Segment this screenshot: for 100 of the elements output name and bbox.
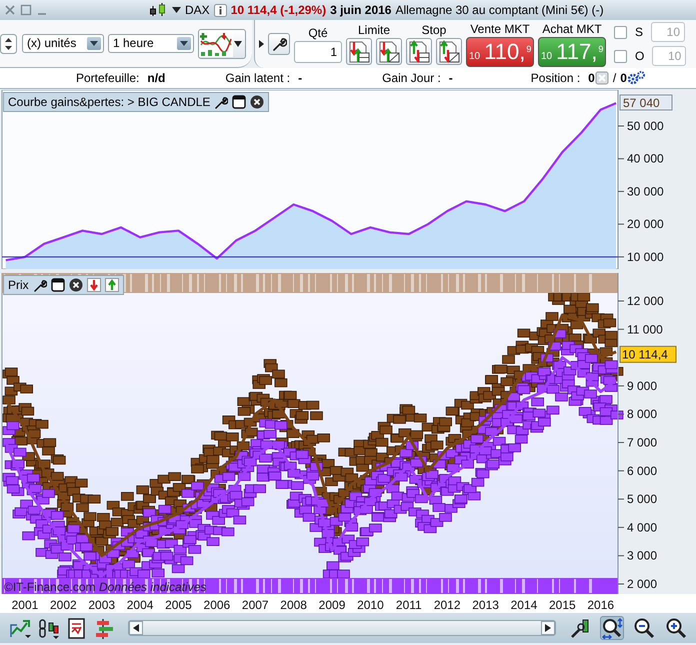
axis-label: 10 000 <box>627 250 664 264</box>
arrow-up-icon[interactable] <box>104 278 119 292</box>
summary-label: Gain Jour : <box>382 70 441 87</box>
caret-icon <box>233 40 243 46</box>
indicator-chart-icon <box>199 30 233 56</box>
caret-icon[interactable] <box>172 7 181 13</box>
order-icon <box>347 40 371 64</box>
summary-value: - <box>298 70 302 87</box>
tick-mark <box>618 158 624 160</box>
scrollbar[interactable] <box>128 620 556 636</box>
arrow-down-icon[interactable] <box>86 278 101 292</box>
limit-label: Limite <box>358 23 390 38</box>
axis-label: 40 000 <box>627 152 664 166</box>
price-change: 10 114,4 (-1,29%) <box>230 2 326 19</box>
tick-mark <box>618 498 624 500</box>
period-dropdown[interactable]: 1 heure <box>108 34 194 53</box>
copyright-text: ©IT-Finance.com <box>4 580 96 594</box>
axis-label: 7 000 <box>627 436 658 450</box>
axis-label: 12 000 <box>627 294 664 308</box>
sell-label: Vente MKT <box>470 22 530 36</box>
bars-icon <box>93 617 115 639</box>
year-label: 2016 <box>587 598 614 612</box>
summary-value: - <box>448 70 453 87</box>
limit-order-button[interactable] <box>346 38 372 65</box>
caret-icon <box>177 37 191 50</box>
axis-label: 11 000 <box>627 322 663 336</box>
option-field[interactable]: 10 <box>652 46 686 66</box>
zoom-out-icon <box>633 617 655 639</box>
left-arrow-icon <box>133 624 139 632</box>
option-label: S <box>634 24 644 41</box>
year-label: 2013 <box>472 598 499 612</box>
panel-title: Prix <box>8 277 29 294</box>
expand-arrow-icon[interactable] <box>259 40 264 48</box>
quantity-label: Qté <box>308 26 328 40</box>
close-icon[interactable] <box>250 95 264 109</box>
position-label: Position : <box>530 70 580 87</box>
scroll-right-button[interactable] <box>541 621 555 635</box>
stop-label: Stop <box>422 23 446 38</box>
axis-label: 4 000 <box>627 520 658 534</box>
option-checkbox[interactable] <box>614 26 627 38</box>
candle-cluster <box>592 360 624 425</box>
zoom-fit-icon <box>601 617 623 639</box>
toolbar-button[interactable] <box>664 616 688 640</box>
close-icon[interactable] <box>68 278 83 292</box>
caret-icon <box>87 37 101 50</box>
year-label: 2005 <box>165 598 192 612</box>
window-icon[interactable] <box>50 278 65 292</box>
summary-value: n/d <box>147 70 166 87</box>
settings-icon[interactable] <box>32 278 47 292</box>
chart-arrow-icon <box>9 617 31 639</box>
chart-style-button[interactable] <box>198 28 246 58</box>
year-label: 2012 <box>434 598 461 612</box>
limit-order-button[interactable] <box>376 38 402 65</box>
axis-label: 50 000 <box>627 119 664 133</box>
gears-icon[interactable] <box>626 71 645 85</box>
info-icon[interactable] <box>214 4 227 16</box>
tick-mark <box>618 224 624 225</box>
year-label: 2015 <box>549 598 576 612</box>
spinner-icon[interactable] <box>0 34 18 54</box>
orders-value: 0 <box>620 70 627 87</box>
axis-label: 6 000 <box>627 464 658 478</box>
toolbar-button[interactable] <box>600 616 624 640</box>
tick-mark <box>618 414 624 415</box>
units-dropdown[interactable]: (x) unités <box>22 34 104 53</box>
stop-order-button[interactable] <box>406 38 432 65</box>
position-separator: / <box>612 70 616 87</box>
maximize-icon[interactable] <box>20 4 32 16</box>
window-icon[interactable] <box>232 95 246 109</box>
option-label: O <box>634 48 646 65</box>
tick-mark <box>618 300 624 302</box>
quote-date: 3 juin 2016 <box>330 2 392 19</box>
stop-order-button[interactable] <box>436 38 462 65</box>
sell-market-button[interactable]: 10 110,$^{9}$ <box>466 36 534 66</box>
tick-mark <box>618 470 624 472</box>
option-field[interactable]: 10 <box>651 22 686 42</box>
settings-button[interactable] <box>268 33 290 55</box>
scroll-left-button[interactable] <box>129 621 143 635</box>
axis-label: 20 000 <box>627 217 664 232</box>
year-label: 2003 <box>88 598 116 612</box>
year-label: 2006 <box>204 598 230 612</box>
year-label: 2010 <box>357 598 384 612</box>
order-icon <box>407 40 431 64</box>
tick-mark <box>618 526 624 528</box>
tick-mark <box>618 385 624 386</box>
axis-label: 2 000 <box>627 577 658 591</box>
link-candle-icon <box>37 617 59 639</box>
settings-icon[interactable] <box>214 95 228 109</box>
summary-label: Portefeuille: <box>76 70 140 87</box>
tick-mark <box>618 555 624 556</box>
candlestick-icon[interactable] <box>148 2 168 18</box>
instrument-description: Allemagne 30 au comptant (Mini 5€) (-) <box>395 2 604 19</box>
tick-mark <box>618 442 624 443</box>
tick-mark <box>618 190 624 192</box>
axis-label: 8 000 <box>627 407 658 422</box>
instrument-name[interactable]: DAX <box>185 1 210 19</box>
option-checkbox[interactable] <box>614 50 627 62</box>
quantity-field[interactable]: 1 <box>294 40 342 62</box>
last-value-label: 57 040 <box>620 94 672 110</box>
toolbar-button[interactable] <box>632 616 656 640</box>
year-label: 2001 <box>12 598 38 612</box>
